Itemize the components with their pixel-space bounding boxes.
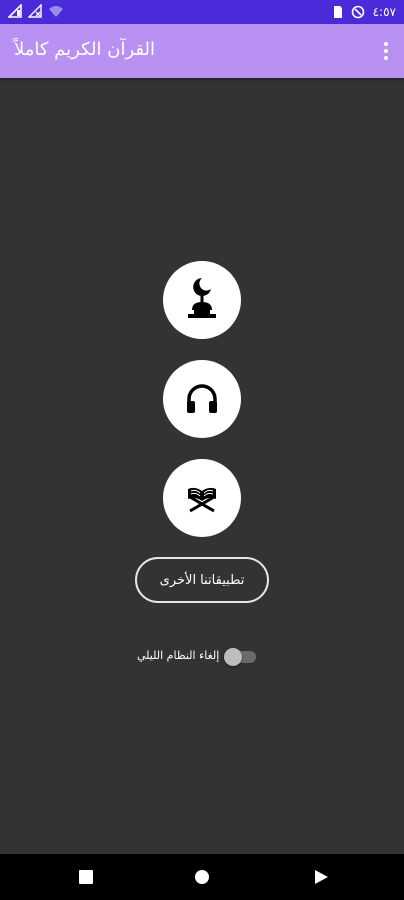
- overflow-menu-button[interactable]: [382, 41, 390, 61]
- data-saver-icon: [351, 5, 364, 19]
- more-vert-icon: [384, 42, 388, 60]
- other-apps-button[interactable]: تطبيقاتنا الأخرى: [135, 557, 269, 603]
- audio-button[interactable]: [163, 360, 241, 438]
- recents-button[interactable]: [77, 868, 95, 886]
- headphones-icon: [187, 384, 217, 413]
- signal-icon: [8, 4, 22, 18]
- status-time: ٤:٥٧: [372, 5, 396, 19]
- quran-button[interactable]: [163, 459, 241, 537]
- switch-thumb: [224, 648, 242, 666]
- mosque-crescent-icon: [188, 278, 216, 318]
- status-bar: ٤:٥٧: [0, 0, 404, 24]
- nav-bar: [0, 854, 404, 900]
- home-icon: [195, 870, 209, 884]
- night-mode-label: إلغاء النظام الليلي: [137, 649, 220, 662]
- mosque-button[interactable]: [163, 261, 241, 339]
- app-bar: القرآن الكريم كاملاً: [0, 24, 404, 78]
- quran-book-icon: [188, 487, 216, 513]
- page-title: القرآن الكريم كاملاً: [14, 39, 155, 60]
- sim-icon: [333, 6, 342, 18]
- recents-icon: [79, 870, 93, 884]
- back-icon: [315, 870, 328, 884]
- back-button[interactable]: [312, 868, 330, 886]
- wifi-icon: [49, 6, 63, 17]
- night-mode-switch[interactable]: [224, 648, 258, 666]
- night-mode-row: إلغاء النظام الليلي: [130, 646, 280, 668]
- signal-icon-2: [28, 4, 42, 18]
- home-button[interactable]: [193, 868, 211, 886]
